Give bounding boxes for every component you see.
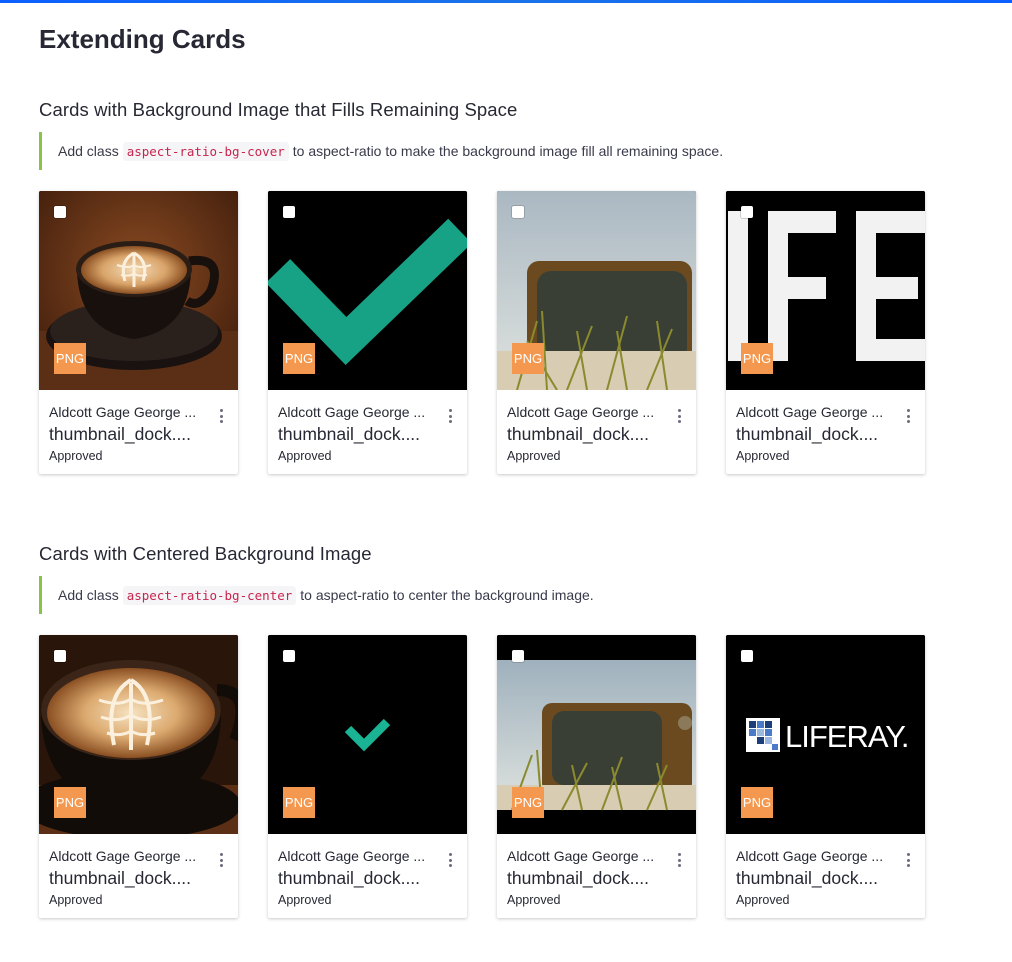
card-status: Approved xyxy=(49,449,103,463)
kebab-menu-icon[interactable] xyxy=(220,409,224,423)
page-title: Extending Cards xyxy=(39,24,246,54)
card-status: Approved xyxy=(507,449,561,463)
file-type-badge: PNG xyxy=(283,343,315,374)
select-checkbox[interactable] xyxy=(54,206,66,218)
card-body: Aldcott Gage George ... thumbnail_dock..… xyxy=(49,403,229,464)
card-author: Aldcott Gage George ... xyxy=(278,404,426,420)
file-card[interactable]: PNG Aldcott Gage George ... thumbnail_do… xyxy=(497,635,696,918)
card-row-cover: PNG Aldcott Gage George ... thumbnail_do… xyxy=(39,191,925,474)
card-author: Aldcott Gage George ... xyxy=(507,404,655,420)
card-status: Approved xyxy=(278,449,332,463)
file-card[interactable]: PNG Aldcott Gage George ... thumbnail_do… xyxy=(268,191,467,474)
top-accent-bar xyxy=(0,0,1012,3)
select-checkbox[interactable] xyxy=(54,650,66,662)
note-prefix: Add class xyxy=(58,143,119,159)
select-checkbox[interactable] xyxy=(283,650,295,662)
card-file-name[interactable]: thumbnail_dock.... xyxy=(49,423,229,445)
card-body: Aldcott Gage George ... thumbnail_dock..… xyxy=(507,403,687,464)
section-note-cover: Add class aspect-ratio-bg-cover to aspec… xyxy=(39,132,723,170)
card-file-name[interactable]: thumbnail_dock.... xyxy=(507,423,687,445)
kebab-menu-icon[interactable] xyxy=(449,409,453,423)
card-file-name[interactable]: thumbnail_dock.... xyxy=(49,867,229,889)
file-card[interactable]: LIFERAY. PNG Aldcott Gage George ... thu… xyxy=(726,635,925,918)
file-card[interactable]: PNG Aldcott Gage George ... thumbnail_do… xyxy=(268,635,467,918)
file-type-badge: PNG xyxy=(741,343,773,374)
card-file-name[interactable]: thumbnail_dock.... xyxy=(736,423,916,445)
kebab-menu-icon[interactable] xyxy=(678,853,682,867)
section-title-center: Cards with Centered Background Image xyxy=(39,543,372,564)
card-author: Aldcott Gage George ... xyxy=(49,848,197,864)
section-title-cover: Cards with Background Image that Fills R… xyxy=(39,99,518,120)
card-body: Aldcott Gage George ... thumbnail_dock..… xyxy=(736,403,916,464)
card-body: Aldcott Gage George ... thumbnail_dock..… xyxy=(278,847,458,908)
select-checkbox[interactable] xyxy=(741,650,753,662)
file-type-badge: PNG xyxy=(512,343,544,374)
card-status: Approved xyxy=(736,449,790,463)
file-type-badge: PNG xyxy=(283,787,315,818)
card-author: Aldcott Gage George ... xyxy=(49,404,197,420)
kebab-menu-icon[interactable] xyxy=(907,853,911,867)
card-body: Aldcott Gage George ... thumbnail_dock..… xyxy=(736,847,916,908)
select-checkbox[interactable] xyxy=(512,650,524,662)
note-code: aspect-ratio-bg-cover xyxy=(122,141,289,161)
note-code: aspect-ratio-bg-center xyxy=(122,585,297,605)
card-body: Aldcott Gage George ... thumbnail_dock..… xyxy=(278,403,458,464)
card-status: Approved xyxy=(278,893,332,907)
card-author: Aldcott Gage George ... xyxy=(736,848,884,864)
note-prefix: Add class xyxy=(58,587,119,603)
card-status: Approved xyxy=(507,893,561,907)
card-status: Approved xyxy=(736,893,790,907)
card-body: Aldcott Gage George ... thumbnail_dock..… xyxy=(49,847,229,908)
file-type-badge: PNG xyxy=(54,787,86,818)
card-file-name[interactable]: thumbnail_dock.... xyxy=(278,423,458,445)
kebab-menu-icon[interactable] xyxy=(220,853,224,867)
select-checkbox[interactable] xyxy=(741,206,753,218)
file-type-badge: PNG xyxy=(512,787,544,818)
select-checkbox[interactable] xyxy=(512,206,524,218)
note-suffix: to aspect-ratio to center the background… xyxy=(300,587,594,603)
card-author: Aldcott Gage George ... xyxy=(736,404,884,420)
file-type-badge: PNG xyxy=(741,787,773,818)
file-card[interactable]: PNG Aldcott Gage George ... thumbnail_do… xyxy=(39,635,238,918)
card-author: Aldcott Gage George ... xyxy=(507,848,655,864)
select-checkbox[interactable] xyxy=(283,206,295,218)
liferay-wordmark: LIFERAY. xyxy=(785,719,909,754)
file-card[interactable]: PNG Aldcott Gage George ... thumbnail_do… xyxy=(497,191,696,474)
kebab-menu-icon[interactable] xyxy=(907,409,911,423)
liferay-logo-icon xyxy=(746,718,780,752)
section-note-center: Add class aspect-ratio-bg-center to aspe… xyxy=(39,576,594,614)
file-card[interactable]: PNG Aldcott Gage George ... thumbnail_do… xyxy=(726,191,925,474)
card-file-name[interactable]: thumbnail_dock.... xyxy=(736,867,916,889)
note-suffix: to aspect-ratio to make the background i… xyxy=(292,143,724,159)
card-file-name[interactable]: thumbnail_dock.... xyxy=(507,867,687,889)
card-file-name[interactable]: thumbnail_dock.... xyxy=(278,867,458,889)
card-row-center: PNG Aldcott Gage George ... thumbnail_do… xyxy=(39,635,925,918)
card-author: Aldcott Gage George ... xyxy=(278,848,426,864)
kebab-menu-icon[interactable] xyxy=(449,853,453,867)
card-status: Approved xyxy=(49,893,103,907)
file-type-badge: PNG xyxy=(54,343,86,374)
file-card[interactable]: PNG Aldcott Gage George ... thumbnail_do… xyxy=(39,191,238,474)
kebab-menu-icon[interactable] xyxy=(678,409,682,423)
card-body: Aldcott Gage George ... thumbnail_dock..… xyxy=(507,847,687,908)
